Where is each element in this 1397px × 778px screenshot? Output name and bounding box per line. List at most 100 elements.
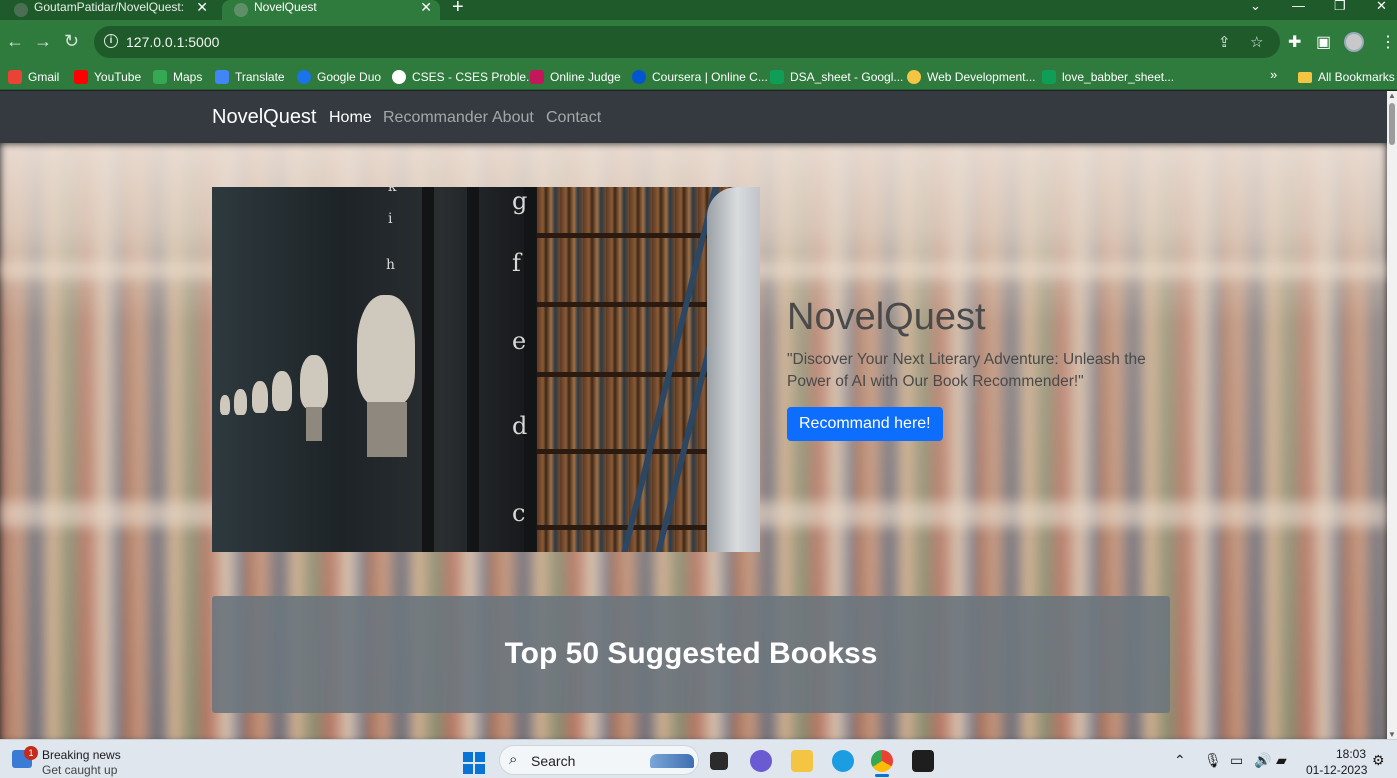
site-navbar: NovelQuest Home Recommander About Contac… <box>0 91 1387 143</box>
more-bookmarks-button[interactable]: » <box>1270 67 1277 82</box>
file-explorer-icon[interactable] <box>791 750 813 772</box>
pillar <box>524 187 536 552</box>
tab-close-icon[interactable]: ✕ <box>420 0 432 14</box>
shelf-letter: k <box>388 187 397 195</box>
search-icon: ⌕ <box>509 751 518 768</box>
new-tab-button[interactable]: + <box>452 0 464 17</box>
address-bar[interactable]: i 127.0.0.1:5000 ⇪ ☆ <box>94 26 1280 58</box>
marble-bust <box>234 389 247 415</box>
cses-icon <box>392 70 406 84</box>
menu-icon[interactable]: ⋮ <box>1380 32 1396 52</box>
recommend-button[interactable]: Recommand here! <box>787 407 943 441</box>
web-dev-icon <box>907 70 921 84</box>
nav-home[interactable]: Home <box>329 109 372 127</box>
pillar <box>467 187 479 552</box>
close-window-button[interactable]: ✕ <box>1376 0 1387 14</box>
reload-button[interactable]: ↻ <box>64 30 79 52</box>
url-text[interactable]: 127.0.0.1:5000 <box>126 34 219 50</box>
uva-icon <box>530 70 544 84</box>
windows-taskbar: 1 Breaking news Get caught up ⌕ Search ⌃… <box>0 739 1397 778</box>
bookmark-dsa-sheet[interactable]: DSA_sheet - Googl... <box>770 67 903 87</box>
browser-tab-strip: GoutamPatidar/NovelQuest: "Nc ✕ NovelQue… <box>0 0 1397 20</box>
profile-avatar[interactable] <box>1344 32 1364 52</box>
browser-tab-github[interactable]: GoutamPatidar/NovelQuest: "Nc ✕ <box>0 0 220 20</box>
volume-icon[interactable]: 🔊 <box>1254 752 1271 769</box>
top-books-header: Top 50 Suggested Bookss <box>212 596 1170 713</box>
search-label: Search <box>531 753 576 769</box>
news-title[interactable]: Breaking news <box>42 748 121 762</box>
shelf-letter: f <box>512 249 521 277</box>
browser-tab-novelquest[interactable]: NovelQuest ✕ <box>222 0 440 20</box>
shelf-letter: c <box>512 499 526 527</box>
news-widget-icon[interactable]: 1 <box>12 746 38 768</box>
hero-tagline: "Discover Your Next Literary Adventure: … <box>787 351 1146 390</box>
active-app-indicator <box>875 774 889 777</box>
site-brand[interactable]: NovelQuest <box>212 106 317 129</box>
bookmark-youtube[interactable]: YouTube <box>74 67 141 87</box>
hero-title: NovelQuest <box>787 296 986 338</box>
all-bookmarks-button[interactable]: All Bookmarks <box>1298 67 1395 87</box>
restore-button[interactable]: ❐ <box>1334 0 1346 14</box>
web-page: NovelQuest Home Recommander About Contac… <box>0 91 1387 739</box>
shelf-letter: h <box>386 257 396 273</box>
bookmark-cses[interactable]: CSES - CSES Proble... <box>392 67 536 87</box>
taskbar-search[interactable]: ⌕ Search <box>499 745 699 775</box>
scroll-down-icon[interactable]: ▼ <box>1388 730 1396 739</box>
maps-icon <box>153 70 167 84</box>
extensions-icon[interactable]: ✚ <box>1288 32 1301 52</box>
shelf <box>537 233 727 238</box>
forward-button[interactable]: → <box>34 30 52 52</box>
shelf <box>537 449 727 454</box>
translate-icon <box>215 70 229 84</box>
bookmark-maps[interactable]: Maps <box>153 67 202 87</box>
globe-icon <box>234 3 248 17</box>
bookmark-gmail[interactable]: Gmail <box>8 67 59 87</box>
side-panel-icon[interactable]: ▣ <box>1316 32 1331 52</box>
duo-icon <box>297 70 311 84</box>
windows-logo-icon <box>463 752 473 762</box>
bookmark-love-babbar-sheet[interactable]: love_babber_sheet... <box>1042 67 1174 87</box>
battery-icon[interactable]: ▰ <box>1276 752 1287 769</box>
site-info-icon[interactable]: i <box>104 34 118 48</box>
nav-about[interactable]: About <box>492 109 534 127</box>
chat-icon[interactable] <box>750 750 772 772</box>
pillar <box>422 187 434 552</box>
tab-search-icon[interactable]: ⌄ <box>1250 0 1261 14</box>
section-title: Top 50 Suggested Bookss <box>504 637 878 670</box>
tab-title: NovelQuest <box>254 0 317 14</box>
search-highlight-image <box>650 754 694 768</box>
bookmark-translate[interactable]: Translate <box>215 67 285 87</box>
shelf-letter: d <box>512 412 528 440</box>
task-view-icon[interactable] <box>710 752 728 770</box>
sheets-icon <box>770 70 784 84</box>
settings-icon[interactable]: ⚙ <box>1372 752 1385 769</box>
share-icon[interactable]: ⇪ <box>1218 33 1231 51</box>
news-subtitle[interactable]: Get caught up <box>42 763 117 777</box>
edge-icon[interactable] <box>832 750 854 772</box>
nav-contact[interactable]: Contact <box>546 109 601 127</box>
shelf-letter: i <box>388 211 393 227</box>
shelf-letter: e <box>512 327 527 355</box>
bookmark-coursera[interactable]: Coursera | Online C... <box>632 67 768 87</box>
show-hidden-icons[interactable]: ⌃ <box>1174 752 1186 769</box>
terminal-icon[interactable] <box>912 750 934 772</box>
clock-time[interactable]: 18:03 <box>1336 747 1366 761</box>
scroll-thumb[interactable] <box>1389 103 1395 145</box>
tab-title: GoutamPatidar/NovelQuest: "Nc <box>34 0 184 14</box>
page-scrollbar[interactable]: ▲ ▼ <box>1387 91 1397 739</box>
clock-date[interactable]: 01-12-2023 <box>1306 763 1367 777</box>
minimize-button[interactable]: — <box>1292 0 1305 13</box>
marble-bust <box>272 371 292 411</box>
bookmark-online-judge[interactable]: Online Judge <box>530 67 621 87</box>
bookmark-web-development[interactable]: Web Development... <box>907 67 1036 87</box>
nav-recommander[interactable]: Recommander <box>383 109 488 127</box>
back-button[interactable]: ← <box>6 30 24 52</box>
bookmark-google-duo[interactable]: Google Duo <box>297 67 381 87</box>
tab-close-icon[interactable]: ✕ <box>196 0 208 14</box>
network-icon[interactable]: ▭ <box>1230 752 1243 769</box>
bookmark-star-icon[interactable]: ☆ <box>1250 33 1263 51</box>
scroll-up-icon[interactable]: ▲ <box>1388 91 1396 100</box>
microphone-icon[interactable]: 🎙 <box>1204 752 1222 769</box>
start-button[interactable] <box>463 752 485 774</box>
chrome-icon[interactable] <box>871 750 893 772</box>
